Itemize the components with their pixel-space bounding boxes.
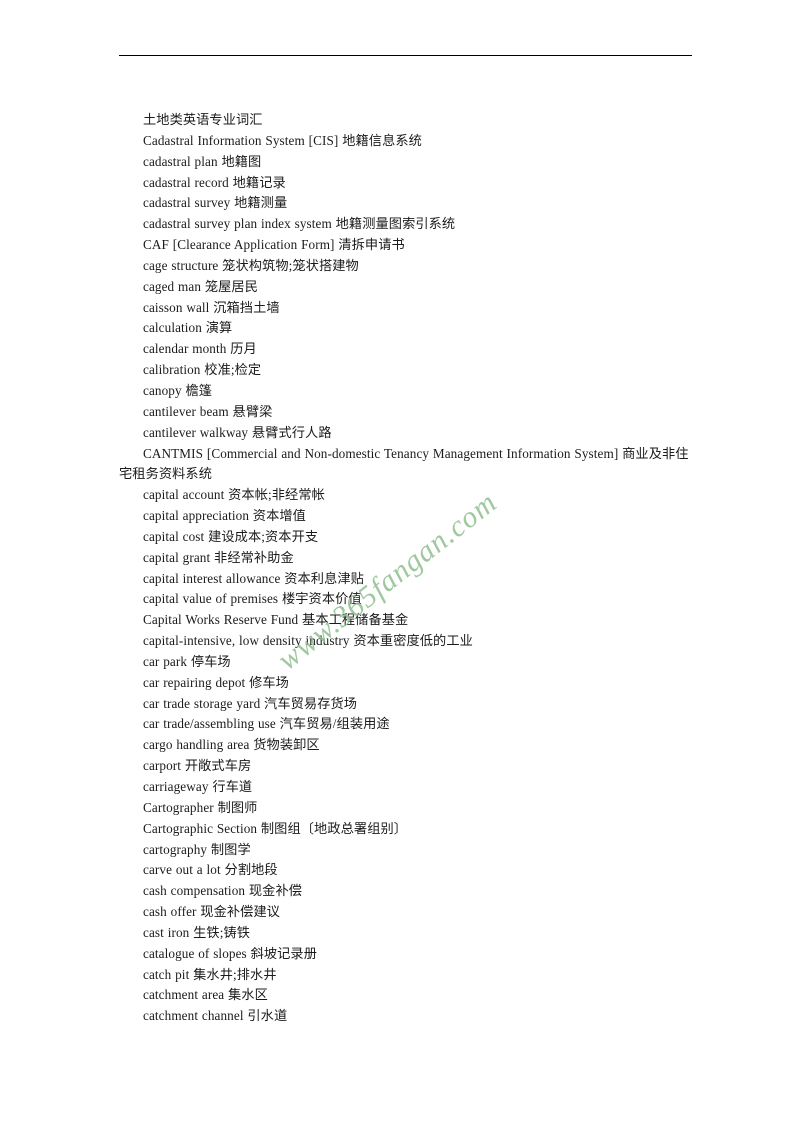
glossary-entry: Cartographic Section 制图组〔地政总署组别〕: [143, 820, 408, 836]
glossary-entry: cash offer 现金补偿建议: [143, 904, 281, 920]
glossary-entry: cadastral survey 地籍测量: [143, 195, 288, 211]
glossary-entry: cage structure 笼状构筑物;笼状搭建物: [143, 257, 359, 273]
glossary-entry: CAF [Clearance Application Form] 清拆申请书: [143, 237, 405, 253]
glossary-entry: cash compensation 现金补偿: [143, 883, 303, 899]
glossary-entry: cadastral record 地籍记录: [143, 174, 286, 190]
glossary-entry: cadastral plan 地籍图: [143, 153, 262, 169]
glossary-entry: cartography 制图学: [143, 841, 251, 857]
glossary-entry: capital interest allowance 资本利息津贴: [143, 570, 364, 586]
glossary-entry: canopy 檐篷: [143, 382, 213, 398]
glossary-entry: capital account 资本帐;非经常帐: [143, 487, 325, 503]
glossary-entry: caisson wall 沉箱挡土墙: [143, 299, 280, 315]
glossary-entry: capital-intensive, low density industry …: [143, 633, 473, 649]
glossary-entry: cargo handling area 货物装卸区: [143, 737, 320, 753]
glossary-entry: capital appreciation 资本增值: [143, 508, 306, 524]
glossary-entry: capital value of premises 楼宇资本价值: [143, 591, 362, 607]
glossary-entry: cantilever walkway 悬臂式行人路: [143, 424, 332, 440]
glossary-list: 土地类英语专业词汇 Cadastral Information System [C…: [119, 110, 697, 1027]
glossary-entry: catch pit 集水井;排水井: [143, 966, 277, 982]
glossary-entry: carport 开敞式车房: [143, 758, 252, 774]
glossary-entry: car repairing depot 修车场: [143, 674, 289, 690]
glossary-entry: 土地类英语专业词汇: [143, 112, 263, 127]
glossary-entry: car trade/assembling use 汽车贸易/组装用途: [143, 716, 390, 732]
glossary-entry: catchment area 集水区: [143, 987, 268, 1003]
glossary-entry: cantilever beam 悬臂梁: [143, 403, 273, 419]
glossary-entry: caged man 笼屋居民: [143, 278, 258, 294]
glossary-entry: calibration 校准;检定: [143, 362, 262, 378]
glossary-entry: Capital Works Reserve Fund 基本工程储备基金: [143, 612, 409, 628]
glossary-entry: calculation 演算: [143, 320, 233, 336]
glossary-entry: car trade storage yard 汽车贸易存货场: [143, 695, 358, 711]
header-rule: [119, 55, 692, 56]
glossary-entry: calendar month 历月: [143, 341, 257, 357]
glossary-entry: capital grant 非经常补助金: [143, 549, 294, 565]
glossary-entry: carve out a lot 分割地段: [143, 862, 278, 878]
glossary-entry: catalogue of slopes 斜坡记录册: [143, 945, 318, 961]
document-page: 土地类英语专业词汇 Cadastral Information System [C…: [0, 0, 793, 1122]
glossary-entry: catchment channel 引水道: [143, 1008, 288, 1024]
glossary-entry: Cartographer 制图师: [143, 799, 258, 815]
glossary-entry: carriageway 行车道: [143, 779, 253, 794]
glossary-entry: Cadastral Information System [CIS] 地籍信息系…: [143, 132, 422, 148]
glossary-entry: capital cost 建设成本;资本开支: [143, 528, 319, 544]
glossary-entry: cadastral survey plan index system 地籍测量图…: [143, 216, 456, 232]
glossary-entry: CANTMIS [Commercial and Non-domestic Ten…: [119, 445, 689, 482]
glossary-entry: cast iron 生铁;铸铁: [143, 924, 251, 940]
glossary-entry: car park 停车场: [143, 653, 231, 669]
